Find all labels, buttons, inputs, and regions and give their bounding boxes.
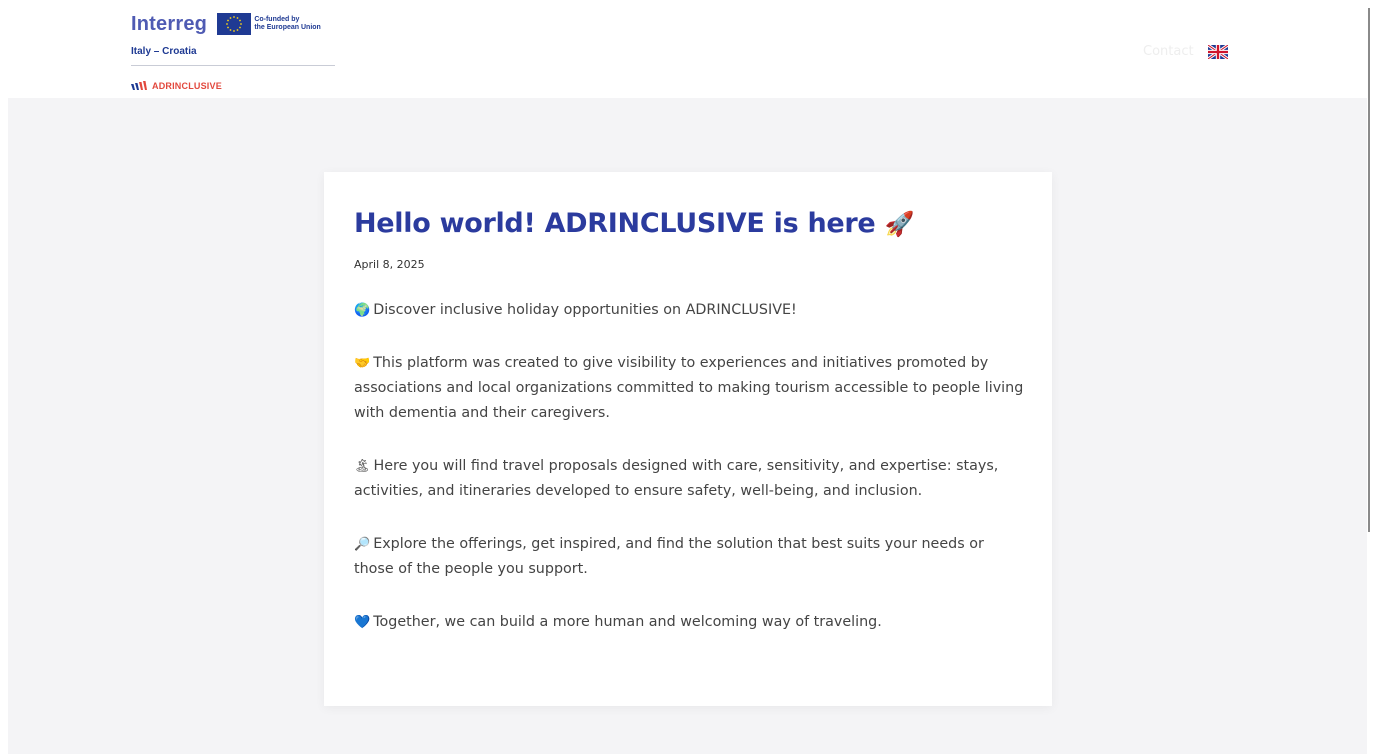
interreg-brand-row: Interreg Co-funded by the European Union <box>131 10 337 38</box>
eu-flag-icon <box>217 13 252 35</box>
paragraph-text: Explore the offerings, get inspired, and… <box>354 536 984 577</box>
post-title: Hello world! ADRINCLUSIVE is here 🚀 <box>354 204 1024 244</box>
post-content: Hello world! ADRINCLUSIVE is here 🚀 Apri… <box>354 204 1024 635</box>
blue-heart-icon: 💙 <box>354 615 371 630</box>
paragraph-text: Here you will find travel proposals desi… <box>354 458 999 499</box>
handshake-icon: 🤝 <box>354 356 371 371</box>
globe-icon: 🌍 <box>354 303 371 318</box>
project-name: ADRINCLUSIVE <box>152 80 222 91</box>
page: Interreg Co-funded by the European Union… <box>0 0 1375 754</box>
post-paragraph: 🤝 This platform was created to give visib… <box>354 351 1024 426</box>
cofunded-text: Co-funded by the European Union <box>254 16 337 32</box>
rocket-icon: 🚀 <box>884 210 915 238</box>
post-paragraph: 💙 Together, we can build a more human and… <box>354 610 1024 635</box>
programme-region: Italy – Croatia <box>131 46 197 57</box>
site-header: Interreg Co-funded by the European Union… <box>0 0 1367 98</box>
page-scrollbar[interactable] <box>1367 0 1375 754</box>
magnifier-icon: 🔎 <box>354 537 371 552</box>
scrollbar-thumb[interactable] <box>1368 8 1370 532</box>
project-logo-icon <box>131 76 147 95</box>
nav-contact-link[interactable]: Contact <box>1143 44 1194 59</box>
paragraph-text: This platform was created to give visibi… <box>354 355 1024 421</box>
paragraph-text: Discover inclusive holiday opportunities… <box>373 302 797 318</box>
post-card: Hello world! ADRINCLUSIVE is here 🚀 Apri… <box>324 172 1052 706</box>
post-title-text: Hello world! ADRINCLUSIVE is here <box>354 208 876 239</box>
main-nav: Contact <box>1143 44 1228 59</box>
post-paragraph: 🏝 Here you will find travel proposals des… <box>354 454 1024 504</box>
uk-flag-icon[interactable] <box>1207 44 1228 59</box>
cofunded-line-1: Co-funded by <box>254 16 300 23</box>
logo-divider <box>131 65 335 66</box>
post-paragraph: 🌍 Discover inclusive holiday opportunitie… <box>354 298 1024 323</box>
post-date: April 8, 2025 <box>354 258 425 271</box>
paragraph-text: Together, we can build a more human and … <box>373 614 882 630</box>
brand-name: Interreg <box>131 13 208 35</box>
cofunded-line-2: the European Union <box>254 24 321 31</box>
project-row: ADRINCLUSIVE <box>131 76 337 95</box>
post-paragraph: 🔎 Explore the offerings, get inspired, an… <box>354 532 1024 582</box>
island-icon: 🏝 <box>354 459 371 474</box>
interreg-logo[interactable]: Interreg Co-funded by the European Union… <box>131 10 337 95</box>
